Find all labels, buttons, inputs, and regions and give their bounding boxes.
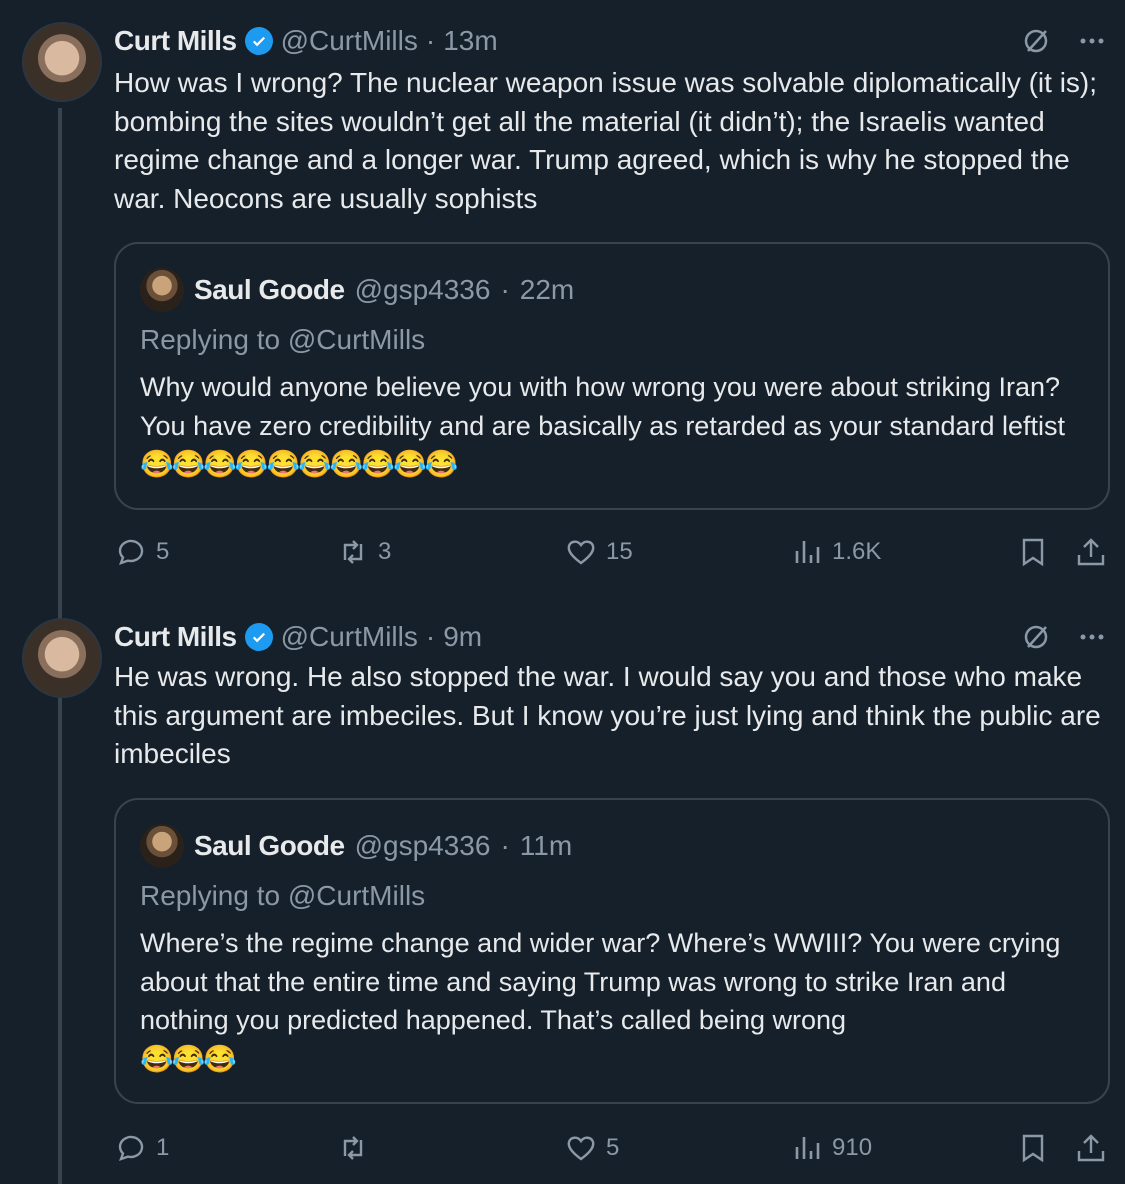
like-count: 5: [606, 1134, 620, 1161]
grok-icon[interactable]: [1021, 622, 1051, 657]
quote-author-name[interactable]: Saul Goode: [194, 830, 345, 862]
tweet-text: How was I wrong? The nuclear weapon issu…: [114, 67, 1098, 214]
view-count: 910: [832, 1134, 873, 1161]
like-count: 15: [606, 538, 633, 565]
quote-header: Saul Goode @gsp4336 · 22m: [140, 268, 574, 312]
replying-to[interactable]: Replying to @CurtMills: [140, 880, 425, 912]
repost-button[interactable]: [336, 1126, 378, 1170]
repost-icon: [343, 1136, 363, 1160]
bookmark-icon: [1022, 1134, 1044, 1163]
quote-text: Why would anyone believe you with how wr…: [140, 368, 1084, 484]
more-icon[interactable]: [1077, 26, 1107, 61]
tweet[interactable]: Curt Mills @CurtMills · 9m He was wrong.…: [0, 596, 1125, 1184]
avatar[interactable]: [22, 22, 102, 102]
reply-icon: [118, 1135, 144, 1161]
views-button[interactable]: 1.6K: [790, 530, 881, 574]
repost-count: 3: [378, 538, 392, 565]
quote-author-name[interactable]: Saul Goode: [194, 274, 345, 306]
verified-badge-icon: [244, 27, 273, 55]
avatar[interactable]: [22, 618, 102, 698]
reply-count: 5: [156, 538, 170, 565]
quote-author-handle[interactable]: @gsp4336: [355, 274, 491, 306]
separator: ·: [425, 621, 436, 652]
replying-to[interactable]: Replying to @CurtMills: [140, 324, 425, 356]
author-name[interactable]: Curt Mills: [114, 621, 237, 653]
repost-icon: [343, 540, 363, 564]
crying-laughing-emojis: 😂😂😂😂😂😂😂😂😂😂: [140, 449, 458, 479]
tweet-header: Curt Mills @CurtMills · 13m: [114, 24, 498, 58]
verified-badge-icon: [244, 623, 273, 651]
action-bar: 5 3 15 1.6K: [114, 530, 1110, 574]
bookmark-button[interactable]: [1016, 1126, 1050, 1170]
share-icon: [1077, 538, 1105, 566]
tweet-top-icons: [1021, 26, 1107, 61]
quote-author-handle[interactable]: @gsp4336: [355, 830, 491, 862]
share-button[interactable]: [1074, 530, 1108, 574]
reply-icon: [118, 539, 144, 565]
timestamp[interactable]: 13m: [443, 25, 497, 57]
views-icon: [795, 1137, 820, 1159]
views-button[interactable]: 910: [790, 1126, 872, 1170]
tweet[interactable]: Curt Mills @CurtMills · 13m How was I wr…: [0, 0, 1125, 600]
quote-timestamp[interactable]: 22m: [520, 274, 574, 306]
reply-count: 1: [156, 1134, 170, 1161]
crying-laughing-emojis: 😂😂😂: [140, 1043, 237, 1074]
bookmark-button[interactable]: [1016, 530, 1050, 574]
action-bar: 1 5 910: [114, 1126, 1110, 1170]
view-count: 1.6K: [832, 538, 882, 565]
reply-button[interactable]: 5: [114, 530, 169, 574]
tweet-top-icons: [1021, 622, 1107, 657]
quote-avatar[interactable]: [140, 268, 184, 312]
author-handle[interactable]: @CurtMills: [281, 621, 418, 653]
like-button[interactable]: 15: [564, 530, 633, 574]
share-icon: [1077, 1134, 1105, 1162]
quote-text: Where’s the regime change and wider war?…: [140, 924, 1084, 1078]
repost-button[interactable]: 3: [336, 530, 391, 574]
separator: ·: [425, 25, 436, 56]
quote-timestamp[interactable]: 11m: [520, 830, 572, 862]
views-icon: [795, 541, 820, 563]
quote-text-body: Where’s the regime change and wider war?…: [140, 928, 1061, 1035]
tweet-header: Curt Mills @CurtMills · 9m: [114, 620, 482, 654]
quote-avatar[interactable]: [140, 824, 184, 868]
author-handle[interactable]: @CurtMills: [281, 25, 418, 57]
quoted-tweet[interactable]: Saul Goode @gsp4336 · 22m Replying to @C…: [114, 242, 1110, 510]
author-name[interactable]: Curt Mills: [114, 25, 237, 57]
like-icon: [567, 540, 595, 565]
like-icon: [567, 1136, 595, 1161]
tweet-text: He was wrong. He also stopped the war. I…: [114, 661, 1101, 769]
separator: ·: [500, 274, 510, 305]
timestamp[interactable]: 9m: [443, 621, 482, 653]
quote-header: Saul Goode @gsp4336 · 11m: [140, 824, 572, 868]
reply-button[interactable]: 1: [114, 1126, 169, 1170]
like-button[interactable]: 5: [564, 1126, 619, 1170]
bookmark-icon: [1022, 538, 1044, 567]
share-button[interactable]: [1074, 1126, 1108, 1170]
quoted-tweet[interactable]: Saul Goode @gsp4336 · 11m Replying to @C…: [114, 798, 1110, 1104]
quote-text-body: Why would anyone believe you with how wr…: [140, 372, 1066, 441]
grok-icon[interactable]: [1021, 26, 1051, 61]
more-icon[interactable]: [1077, 622, 1107, 657]
separator: ·: [500, 830, 510, 861]
